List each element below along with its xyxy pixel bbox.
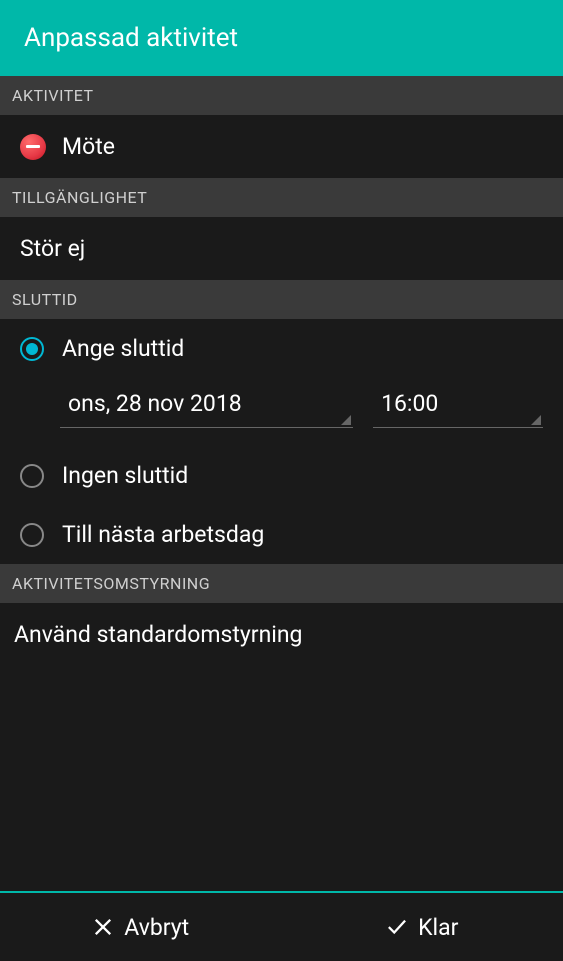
page-title: Anpassad aktivitet bbox=[24, 23, 238, 53]
date-picker[interactable]: ons, 28 nov 2018 bbox=[60, 382, 353, 428]
radio-label-next-workday: Till nästa arbetsdag bbox=[62, 521, 264, 548]
activity-value: Möte bbox=[62, 133, 115, 160]
time-picker[interactable]: 16:00 bbox=[373, 382, 543, 428]
cancel-button[interactable]: Avbryt bbox=[0, 893, 282, 961]
radio-next-workday[interactable]: Till nästa arbetsdag bbox=[0, 505, 563, 564]
activity-row[interactable]: Möte bbox=[0, 115, 563, 178]
date-time-row: ons, 28 nov 2018 16:00 bbox=[0, 378, 563, 446]
done-label: Klar bbox=[418, 914, 458, 941]
do-not-disturb-icon bbox=[20, 134, 46, 160]
radio-label-no-endtime: Ingen sluttid bbox=[62, 462, 188, 489]
header: Anpassad aktivitet bbox=[0, 0, 563, 76]
content: AKTIVITET Möte TILLGÄNGLIGHET Stör ej SL… bbox=[0, 76, 563, 891]
radio-button-icon bbox=[20, 464, 44, 488]
section-header-forwarding: AKTIVITETSOMSTYRNING bbox=[0, 564, 563, 603]
forwarding-row[interactable]: Använd standardomstyrning bbox=[0, 603, 563, 666]
radio-button-icon bbox=[20, 523, 44, 547]
radio-label-set-endtime: Ange sluttid bbox=[62, 335, 184, 362]
section-header-availability: TILLGÄNGLIGHET bbox=[0, 178, 563, 217]
check-icon bbox=[386, 916, 408, 938]
footer: Avbryt Klar bbox=[0, 893, 563, 961]
radio-no-endtime[interactable]: Ingen sluttid bbox=[0, 446, 563, 505]
availability-row[interactable]: Stör ej bbox=[0, 217, 563, 280]
radio-button-selected-icon bbox=[20, 337, 44, 361]
availability-value: Stör ej bbox=[20, 235, 85, 262]
forwarding-value: Använd standardomstyrning bbox=[14, 621, 302, 648]
done-button[interactable]: Klar bbox=[282, 893, 563, 961]
cancel-label: Avbryt bbox=[124, 914, 189, 941]
spacer bbox=[0, 666, 563, 891]
section-header-endtime: SLUTTID bbox=[0, 280, 563, 319]
radio-set-endtime[interactable]: Ange sluttid bbox=[0, 319, 563, 378]
section-header-activity: AKTIVITET bbox=[0, 76, 563, 115]
close-icon bbox=[92, 916, 114, 938]
